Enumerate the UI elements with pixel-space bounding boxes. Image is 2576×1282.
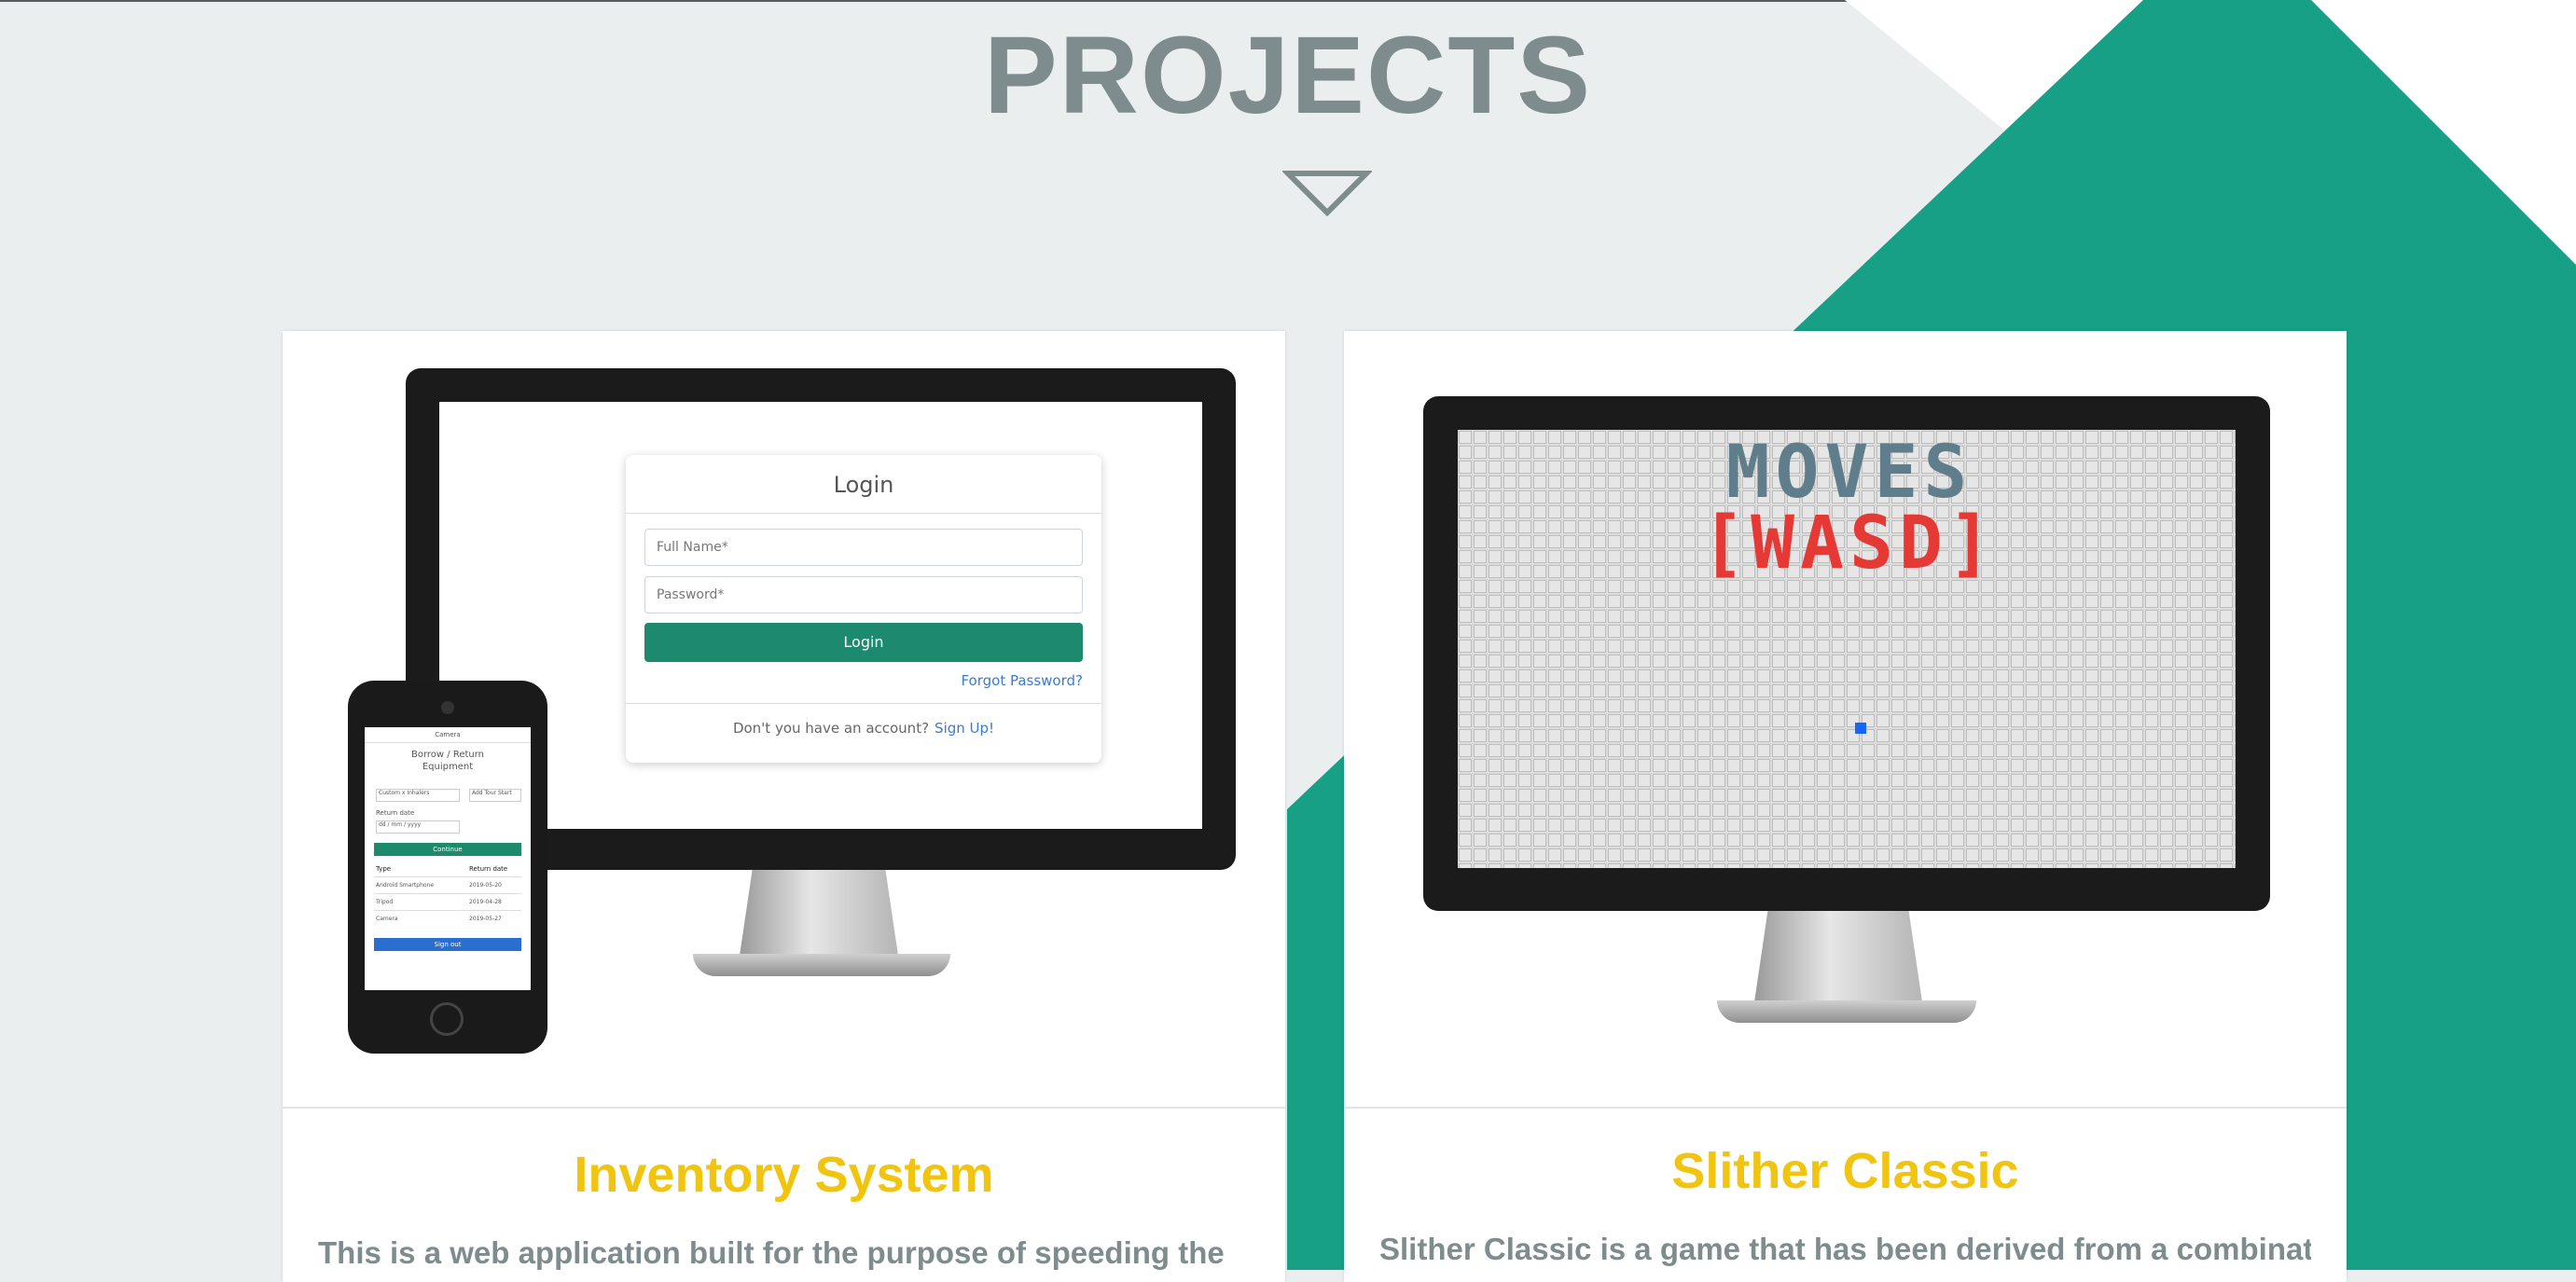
phone-row-line [374,910,521,911]
monitor-stand-neck [740,870,898,956]
full-name-field: Full Name* [644,529,1083,566]
phone-row-3-date: 2019-05-27 [469,916,502,922]
phone-return-label: Return date [376,809,415,817]
phone-header-line [365,742,531,743]
login-title: Login [833,472,894,498]
phone-camera [441,701,454,714]
project-title[interactable]: Inventory System [283,1146,1285,1204]
phone-row-1-date: 2019-05-20 [469,882,502,889]
phone-row-line [374,893,521,894]
section-title: PROJECTS [983,14,1593,137]
phone-header: Camera [435,731,461,738]
sign-up-link: Sign Up! [935,720,995,737]
phone-date-field: dd / mm / yyyy [376,820,460,834]
phone-title-2: Equipment [422,762,474,772]
phone-row-2-type: Tripod [376,899,394,905]
project-card-inventory[interactable]: Login Full Name* Password* Login Forgot … [283,331,1285,1282]
phone-title-1: Borrow / Return [410,750,484,760]
monitor-stand-base [1717,1000,1976,1023]
phone-col-type: Type [376,865,392,873]
project-title[interactable]: Slither Classic [1344,1142,2347,1200]
snake-head [1855,723,1866,734]
no-account-row: Don't you have an account? Sign Up! [626,720,1101,737]
phone-row-1-type: Android Smartphone [376,882,435,889]
monitor-stand-base [693,954,950,976]
no-account-text: Don't you have an account? [732,720,930,737]
monitor-screen: Login Full Name* Password* Login Forgot … [439,402,1202,829]
phone-row-3-type: Camera [376,916,398,922]
phone-signout-button: Sign out [374,938,521,951]
phone-row-2-date: 2019-04-28 [469,899,502,905]
project-card-slither[interactable]: MOVES [WASD] Slither Classic Slither Cla… [1344,331,2347,1282]
card-divider [283,1107,1285,1109]
project-description: This is a web application built for the … [318,1235,1225,1270]
project-preview-inventory: Login Full Name* Password* Login Forgot … [283,331,1285,1107]
monitor-stand-neck [1754,911,1922,1002]
card-divider [1344,1107,2347,1109]
phone-search-right: Add Tour Start [469,789,521,802]
triangle-down-outline-icon [1282,171,1372,217]
game-keys-text: [WASD] [1701,502,1998,586]
phone-search-left: Custom x Inhalers [376,789,460,802]
forgot-password-link: Forgot Password? [961,672,1083,689]
phone-continue-button: Continue [374,843,521,856]
login-form-mockup: Login Full Name* Password* Login Forgot … [626,455,1101,763]
password-field: Password* [644,576,1083,613]
login-divider [626,513,1101,514]
game-grid-screen: MOVES [WASD] [1458,430,2236,868]
phone-mockup: Camera Borrow / Return Equipment Custom … [348,681,547,1054]
login-divider-bottom [626,703,1101,704]
login-button: Login [644,623,1083,662]
phone-screen: Camera Borrow / Return Equipment Custom … [365,727,531,990]
project-preview-slither: MOVES [WASD] [1344,331,2347,1107]
phone-col-date: Return date [469,865,508,873]
project-description: Slither Classic is a game that has been … [1379,1232,2311,1266]
phone-table-line [374,876,521,877]
phone-home-button [430,1002,464,1036]
